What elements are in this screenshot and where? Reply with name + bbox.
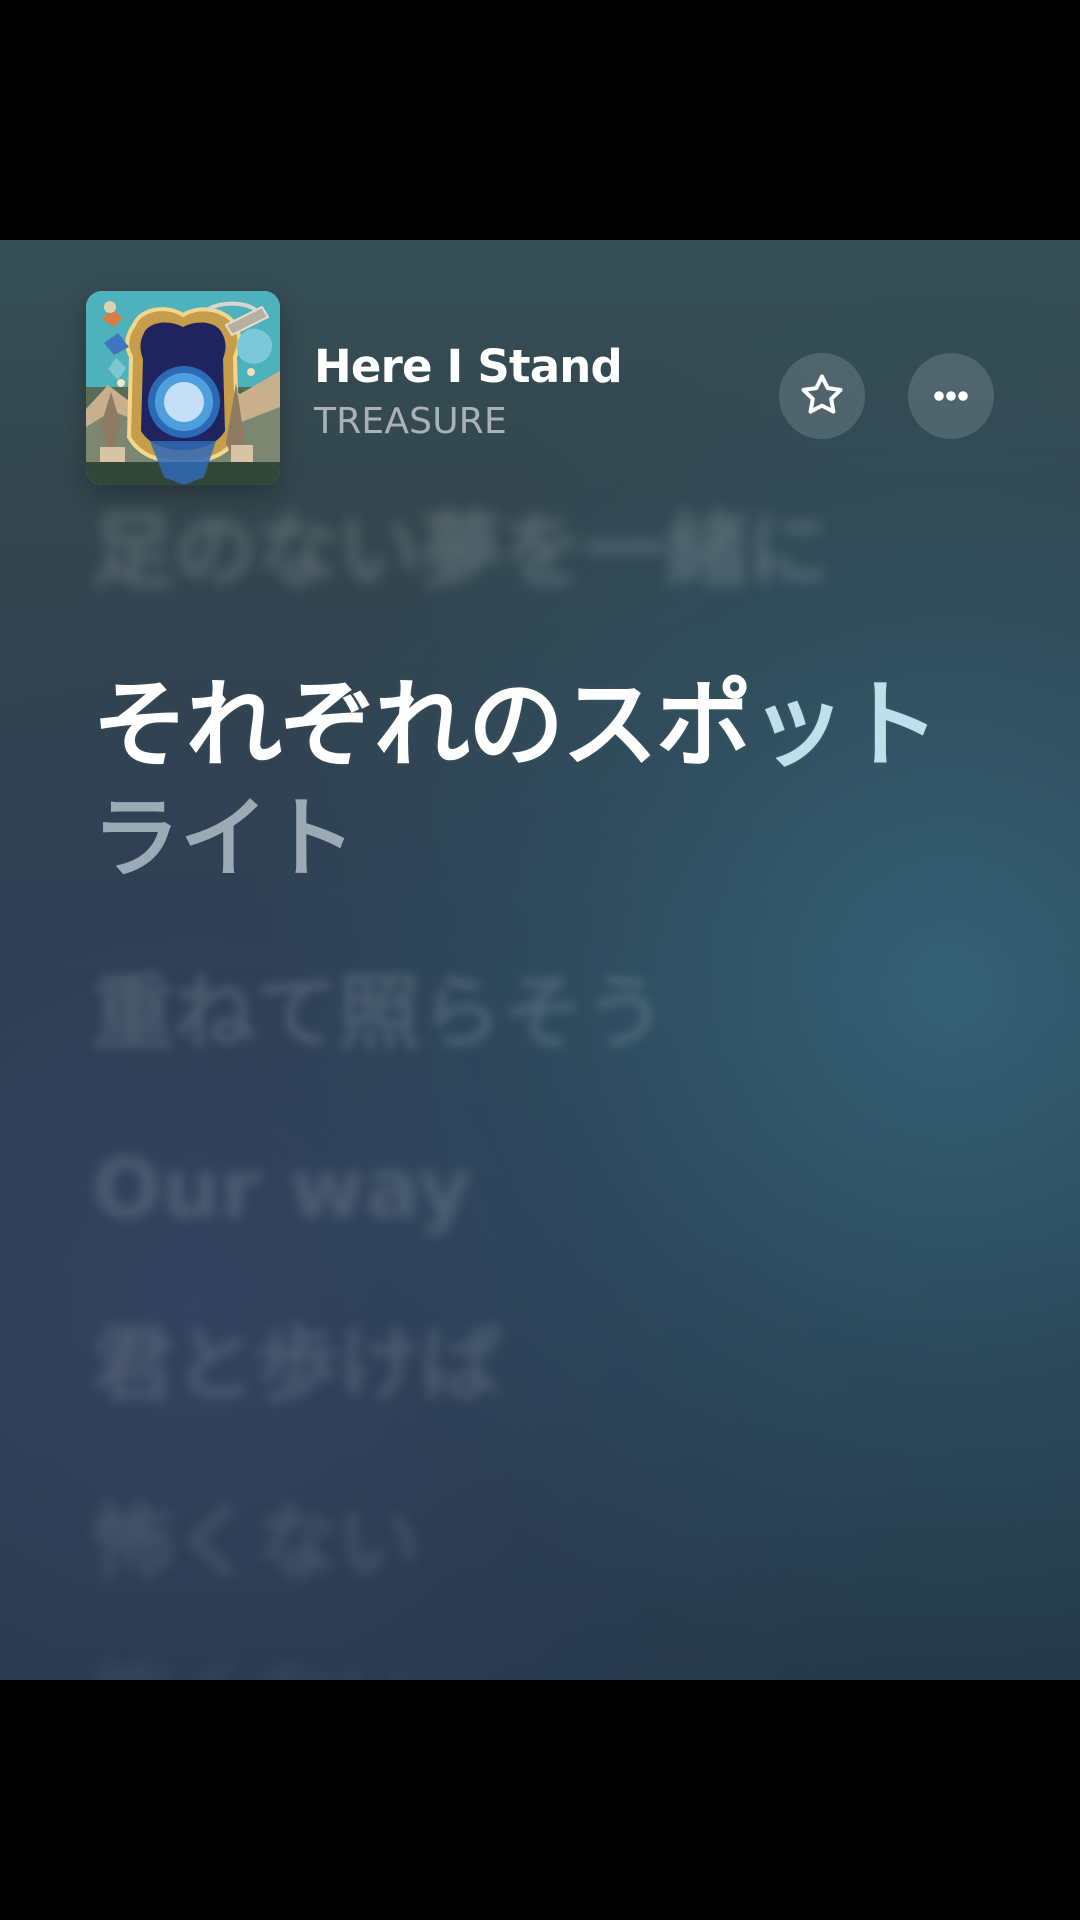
song-title: Here I Stand xyxy=(314,340,623,393)
lyrics-next-line-3: 君と歩けば xyxy=(92,1318,503,1413)
lyrics-next-line-1: 重ねて照らそう xyxy=(92,966,667,1061)
lyrics-next-line-5-partial: 怖くない xyxy=(92,1659,420,1681)
lyrics-current-line: それぞれのスポット xyxy=(92,677,940,773)
screen-frame: Here I Stand TREASURE 足のない夢を一緒に それぞれのスポッ… xyxy=(0,0,1080,1920)
favorite-button[interactable] xyxy=(779,353,865,439)
lyrics-next-line-2: Our way xyxy=(92,1142,472,1237)
lyrics-current-line-main: それぞれのスポ xyxy=(92,669,752,781)
lyrics-scroll-area[interactable]: 足のない夢を一緒に それぞれのスポット ライト 重ねて照らそう Our way … xyxy=(0,480,1080,1681)
more-options-button[interactable] xyxy=(908,353,994,439)
ellipsis-icon xyxy=(925,370,977,422)
lyrics-previous-line: 足のない夢を一緒に xyxy=(92,504,831,599)
lyrics-next-line-4: 怖くない xyxy=(92,1496,421,1591)
now-playing-header: Here I Stand TREASURE xyxy=(0,240,1080,485)
artist-name[interactable]: TREASURE xyxy=(314,404,507,440)
album-art[interactable] xyxy=(86,291,280,485)
star-outline-icon xyxy=(796,370,848,422)
lyrics-current-line-fade: ット xyxy=(750,669,940,781)
lyrics-current-line-continued: ライト xyxy=(92,787,357,890)
lyrics-player-panel: Here I Stand TREASURE 足のない夢を一緒に それぞれのスポッ… xyxy=(0,240,1080,1680)
